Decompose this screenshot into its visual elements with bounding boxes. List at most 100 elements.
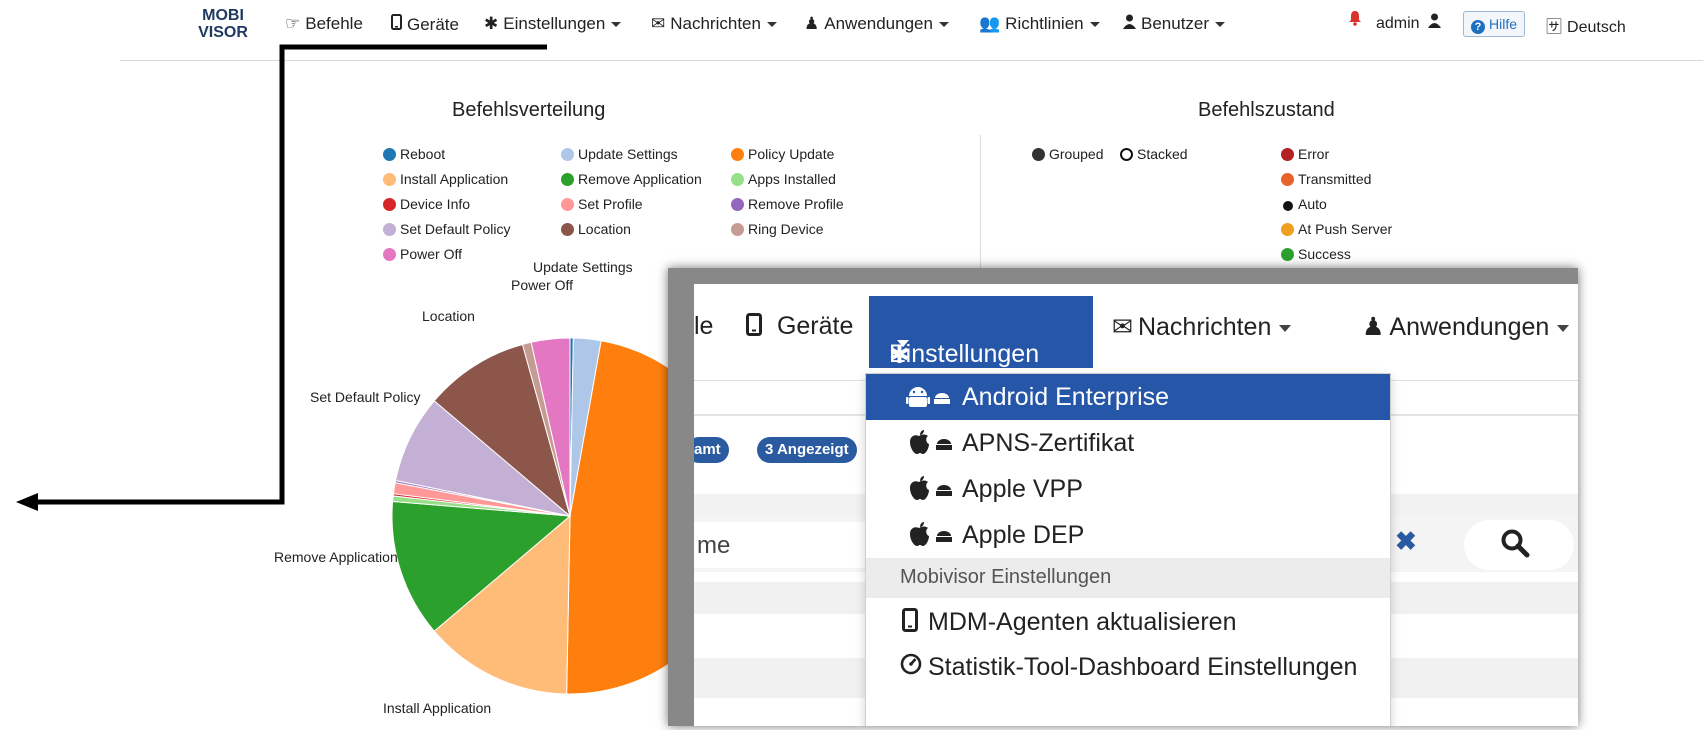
- dropdown-section-header: Mobivisor Einstellungen: [866, 558, 1390, 598]
- dashboard-icon: [900, 653, 922, 682]
- legend-swatch: [731, 198, 744, 211]
- state-swatch: [1281, 173, 1294, 186]
- inset-nav-befehle[interactable]: le: [694, 312, 713, 341]
- state-item[interactable]: Error: [1281, 146, 1329, 162]
- inset-nav-geraete[interactable]: Geräte: [746, 312, 853, 341]
- legend-item[interactable]: Device Info: [383, 196, 470, 212]
- menu-item-apple-vpp[interactable]: Apple VPP: [866, 466, 1390, 512]
- mobivisor-logo[interactable]: MOBI VISOR: [193, 7, 253, 47]
- legend-swatch: [561, 173, 574, 186]
- menu-item-apple-dep[interactable]: Apple DEP: [866, 512, 1390, 558]
- legend-label: Location: [578, 221, 631, 237]
- menu-item-android-enterprise[interactable]: Android Enterprise: [866, 374, 1390, 420]
- legend-swatch: [383, 148, 396, 161]
- legend-item[interactable]: Power Off: [383, 246, 462, 262]
- chevron-down-icon: [611, 22, 622, 28]
- user-icon: [1123, 14, 1136, 34]
- state-label: Transmitted: [1298, 171, 1372, 187]
- legend-label: Remove Profile: [748, 196, 844, 212]
- legend-label: Remove Application: [578, 171, 702, 187]
- nav-befehle-label: Befehle: [305, 14, 363, 33]
- mobile-icon: [391, 14, 402, 35]
- legend-swatch: [383, 248, 396, 261]
- nav-benutzer[interactable]: Benutzer: [1123, 14, 1226, 34]
- search-icon[interactable]: [1500, 528, 1530, 558]
- state-item[interactable]: Success: [1281, 246, 1351, 262]
- legend-item[interactable]: Set Default Policy: [383, 221, 511, 237]
- state-item[interactable]: Transmitted: [1281, 171, 1371, 187]
- legend-item[interactable]: Location: [561, 221, 631, 237]
- left-panel-title: Befehlsverteilung: [452, 99, 606, 121]
- inset-einstellungen-label: Einstellungen: [889, 340, 1040, 368]
- radio-filled-icon: [1032, 148, 1045, 161]
- chevron-down-icon: [1279, 324, 1292, 332]
- inset-nav-einstellungen[interactable]: ✱ Einstellungen: [869, 296, 1093, 369]
- chevron-down-icon: [1215, 22, 1226, 28]
- hand-pointer-icon: ☞: [285, 14, 301, 33]
- legend-item[interactable]: Update Settings: [561, 146, 678, 162]
- legend-item[interactable]: Ring Device: [731, 221, 823, 237]
- legend-item[interactable]: Reboot: [383, 146, 445, 162]
- legend-label: Set Default Policy: [400, 221, 511, 237]
- apple-icon: [908, 429, 954, 462]
- legend-swatch: [731, 173, 744, 186]
- legend-item[interactable]: Install Application: [383, 171, 508, 187]
- nav-befehle[interactable]: ☞ Befehle: [285, 14, 363, 34]
- nav-nachrichten-label: Nachrichten: [670, 14, 761, 33]
- nav-geraete-label: Geräte: [407, 15, 459, 34]
- chevron-down-icon: [938, 22, 949, 28]
- nav-richtlinien-label: Richtlinien: [1005, 14, 1084, 33]
- legend-item[interactable]: Set Profile: [561, 196, 643, 212]
- pie-label-power-off: Power Off: [511, 277, 573, 293]
- menu-item-mdm-agent-update[interactable]: MDM-Agenten aktualisieren: [866, 599, 1390, 645]
- nav-anwendungen[interactable]: ♟ Anwendungen: [804, 14, 949, 34]
- nav-geraete[interactable]: Geräte: [391, 14, 459, 35]
- state-item[interactable]: At Push Server: [1281, 221, 1392, 237]
- help-label: Hilfe: [1488, 16, 1517, 32]
- legend-swatch: [561, 148, 574, 161]
- close-icon[interactable]: ✖: [1395, 526, 1417, 557]
- inset-nav-anwendungen[interactable]: ♟ Anwendungen: [1362, 312, 1570, 342]
- translate-icon: 🈂: [1546, 19, 1563, 36]
- nav-richtlinien[interactable]: 👥 Richtlinien: [979, 14, 1100, 34]
- state-swatch: [1281, 248, 1294, 261]
- menu-item-apns[interactable]: APNS-Zertifikat: [866, 420, 1390, 466]
- nav-einstellungen[interactable]: ✱ Einstellungen: [484, 14, 622, 34]
- legend-swatch: [383, 223, 396, 236]
- apple-icon: [908, 475, 954, 508]
- navbar-divider: [120, 60, 1703, 61]
- legend-item[interactable]: Policy Update: [731, 146, 834, 162]
- legend-label: Power Off: [400, 246, 462, 262]
- pie-label-location: Location: [422, 308, 475, 324]
- chevron-down-icon: [1089, 22, 1100, 28]
- chevron-down-icon: [1557, 324, 1570, 332]
- state-label: Success: [1298, 246, 1351, 262]
- bell-icon[interactable]: [1348, 10, 1362, 31]
- legend-label: Apps Installed: [748, 171, 836, 187]
- apple-icon: [908, 521, 954, 554]
- legend-item[interactable]: Apps Installed: [731, 171, 836, 187]
- legend-swatch: [561, 198, 574, 211]
- state-item[interactable]: Auto: [1281, 196, 1327, 212]
- user-menu[interactable]: admin: [1376, 13, 1446, 33]
- state-swatch: [1281, 223, 1294, 236]
- language-switch[interactable]: 🈂 Deutsch: [1546, 13, 1626, 37]
- chevron-down-icon: [766, 22, 777, 28]
- legend-item[interactable]: Remove Profile: [731, 196, 844, 212]
- mode-stacked[interactable]: Stacked: [1120, 146, 1188, 162]
- language-label: Deutsch: [1567, 19, 1626, 36]
- mobile-icon: [902, 608, 918, 639]
- menu-item-statistik-dashboard[interactable]: Statistik-Tool-Dashboard Einstellungen: [866, 644, 1390, 690]
- legend-item[interactable]: Remove Application: [561, 171, 702, 187]
- mode-grouped[interactable]: Grouped: [1032, 146, 1103, 162]
- legend-label: Ring Device: [748, 221, 824, 237]
- logo-line1: MOBI: [202, 7, 244, 24]
- help-button[interactable]: ? Hilfe: [1463, 11, 1525, 37]
- question-icon: ?: [1470, 20, 1485, 34]
- pie-label-remove-application: Remove Application: [274, 549, 398, 565]
- menu-item-label: Statistik-Tool-Dashboard Einstellungen: [928, 653, 1358, 681]
- nav-nachrichten[interactable]: ✉ Nachrichten: [651, 14, 777, 34]
- envelope-icon: ✉: [651, 14, 666, 33]
- menu-item-label: APNS-Zertifikat: [962, 429, 1135, 457]
- inset-nav-nachrichten[interactable]: ✉ Nachrichten: [1112, 312, 1292, 342]
